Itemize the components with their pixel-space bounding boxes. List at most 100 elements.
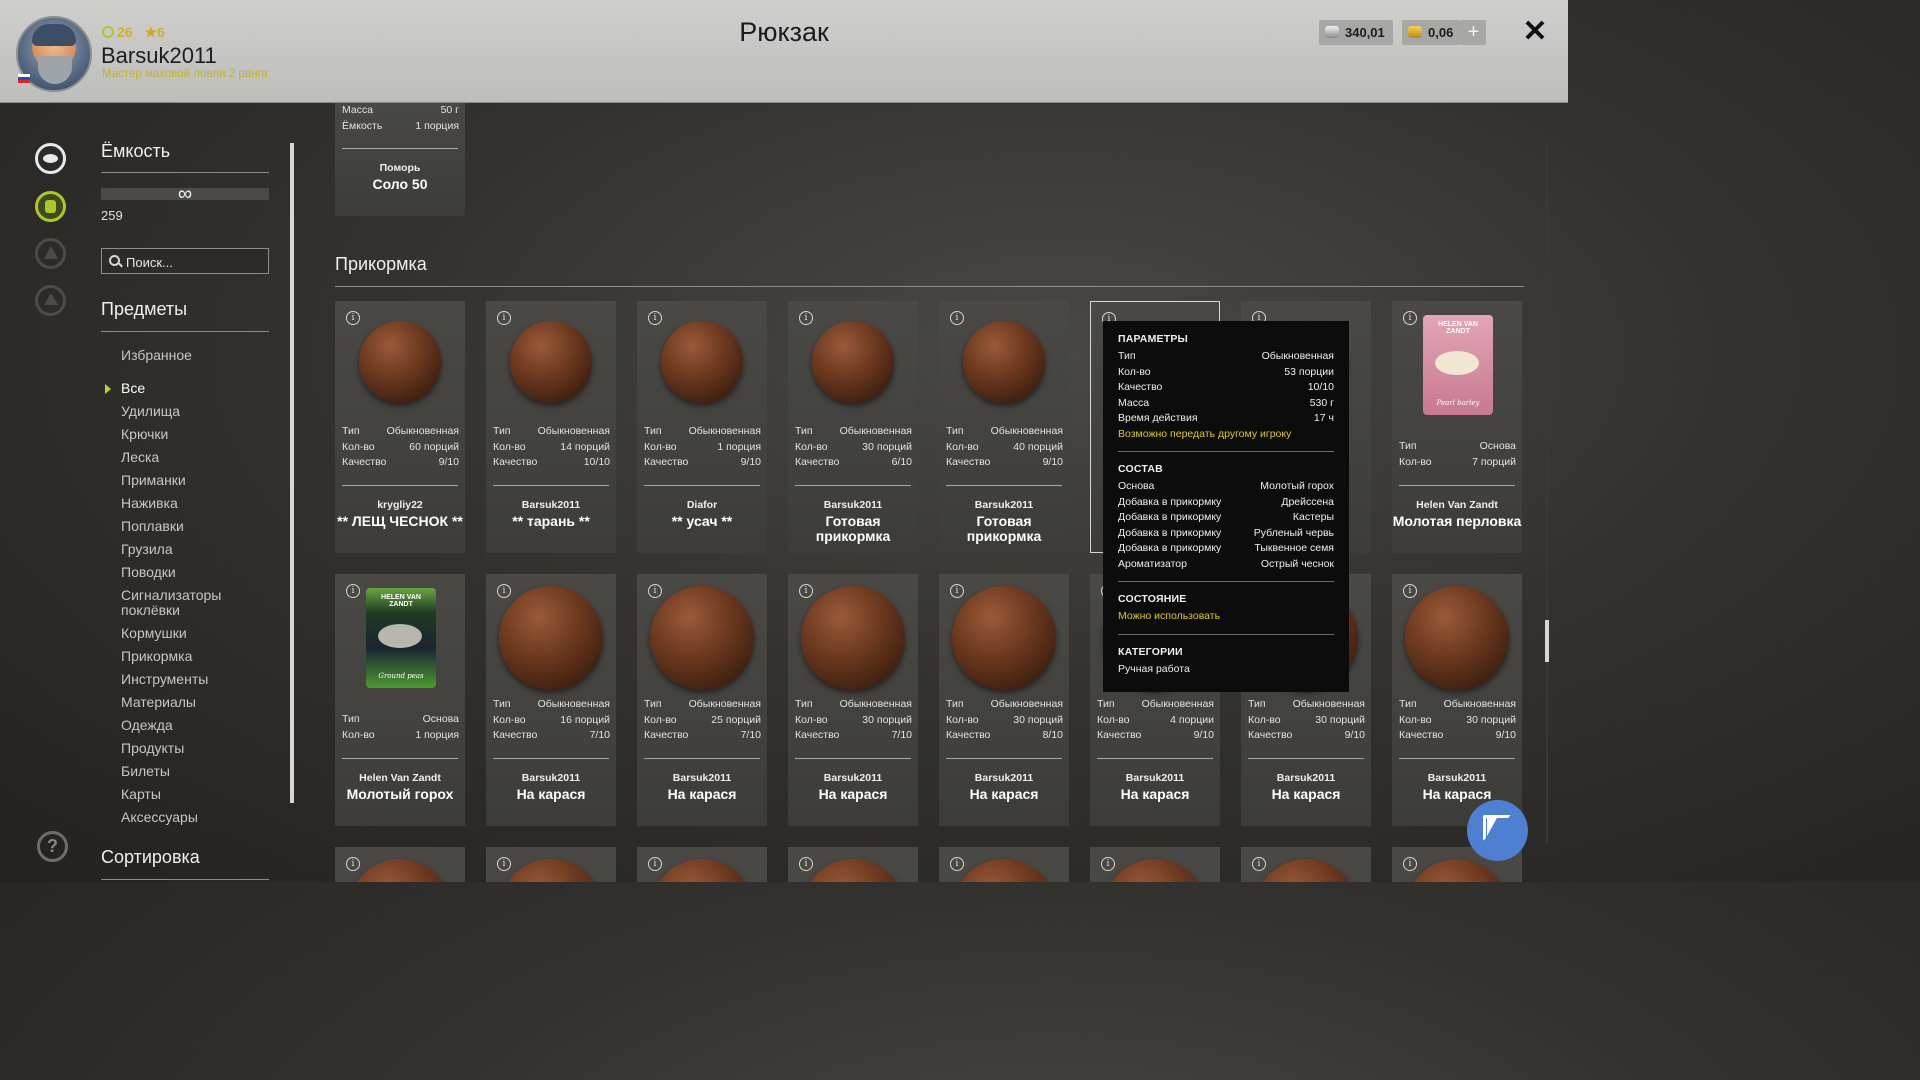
info-icon[interactable]: i (497, 584, 511, 598)
info-icon[interactable]: i (648, 857, 662, 871)
search-box[interactable] (101, 248, 269, 274)
item-card[interactable]: i (939, 847, 1069, 882)
category-maps[interactable]: Карты (101, 783, 281, 806)
category-clothing[interactable]: Одежда (101, 714, 281, 737)
prop-label: Качество (795, 729, 840, 741)
category-accessories[interactable]: Аксессуары (101, 806, 281, 829)
item-card[interactable]: i HELEN VAN ZANDT Pearl barley Тип Основа… (1392, 301, 1522, 553)
item-card[interactable]: i Тип Обыкновенная Кол-во 30 порций Качест… (788, 301, 918, 553)
search-input[interactable] (124, 252, 268, 272)
category-hooks[interactable]: Крючки (101, 423, 281, 446)
tooltip-label: Добавка в прикормку (1118, 511, 1222, 523)
tooltip-label: Тип (1118, 350, 1136, 362)
item-card[interactable]: Масса 50 г Ёмкость 1 порция Поморь Соло 50 (335, 103, 465, 216)
info-icon[interactable]: i (1252, 857, 1266, 871)
category-leaders[interactable]: Поводки (101, 561, 281, 584)
item-card[interactable]: i (335, 847, 465, 882)
info-icon[interactable]: i (648, 584, 662, 598)
item-name: Готовая прикормка (815, 513, 891, 544)
item-card[interactable]: i (486, 847, 616, 882)
item-card[interactable]: i Тип Обыкновенная Кол-во 60 порций Качест… (335, 301, 465, 553)
content-scrollbar[interactable] (1545, 620, 1549, 662)
item-card[interactable]: i Тип Обыкновенная Кол-во 40 порций Качест… (939, 301, 1069, 553)
item-author: Barsuk2011 (1427, 772, 1487, 784)
divider (101, 879, 269, 880)
item-card[interactable]: i (637, 847, 767, 882)
content-scroll-track[interactable] (1546, 143, 1548, 843)
item-card[interactable]: i HELEN VAN ZANDT Ground peas Тип Основа … (335, 574, 465, 826)
category-lures[interactable]: Приманки (101, 469, 281, 492)
close-button[interactable]: ✕ (1521, 17, 1549, 47)
item-card[interactable]: i Тип Обыкновенная Кол-во 14 порций Качест… (486, 301, 616, 553)
item-card[interactable]: i Тип Обыкновенная Кол-во 30 порций Качест… (788, 574, 918, 826)
item-card[interactable]: i Тип Обыкновенная Кол-во 25 порций Качест… (637, 574, 767, 826)
divider (493, 758, 609, 759)
info-icon[interactable]: i (1403, 311, 1417, 325)
info-icon[interactable]: i (346, 584, 360, 598)
groundbait-ball-image (499, 586, 603, 690)
home-icon[interactable] (35, 285, 66, 316)
info-icon[interactable]: i (799, 311, 813, 325)
add-currency-button[interactable]: + (1461, 20, 1486, 45)
divider (101, 172, 269, 173)
russia-flag-icon (18, 74, 30, 83)
prop-label: Тип (795, 698, 813, 710)
prop-value: 6/10 (891, 456, 912, 468)
category-tickets[interactable]: Билеты (101, 760, 281, 783)
info-icon[interactable]: i (648, 311, 662, 325)
tent-icon[interactable] (35, 238, 66, 269)
info-icon[interactable]: i (346, 857, 360, 871)
item-card[interactable]: i Тип Обыкновенная Кол-во 30 порций Качест… (1392, 574, 1522, 826)
cursor-mode-button[interactable] (1467, 800, 1528, 861)
info-icon[interactable]: i (1101, 857, 1115, 871)
prop-value: 30 порций (862, 713, 912, 726)
prop-label: Тип (342, 713, 360, 725)
info-icon[interactable]: i (497, 857, 511, 871)
help-button[interactable]: ? (37, 831, 68, 862)
category-groundbait[interactable]: Прикормка (101, 645, 281, 668)
item-card[interactable]: i (1241, 847, 1371, 882)
info-icon[interactable]: i (950, 311, 964, 325)
info-icon[interactable]: i (950, 857, 964, 871)
info-icon[interactable]: i (799, 584, 813, 598)
item-card[interactable]: i (788, 847, 918, 882)
package-name: Ground peas (378, 672, 424, 680)
backpack-icon[interactable] (35, 191, 66, 222)
prop-value: 30 порций (1466, 713, 1516, 726)
item-card[interactable]: i Тип Обыкновенная Кол-во 1 порция Качеств… (637, 301, 767, 553)
category-bait[interactable]: Наживка (101, 492, 281, 515)
category-favorites[interactable]: Избранное (101, 344, 281, 367)
item-card[interactable]: i Тип Обыкновенная Кол-во 30 порций Качест… (939, 574, 1069, 826)
prop-label: Качество (1399, 729, 1444, 741)
fish-icon[interactable] (35, 143, 66, 174)
item-card[interactable]: i (1090, 847, 1220, 882)
info-icon[interactable]: i (799, 857, 813, 871)
category-food[interactable]: Продукты (101, 737, 281, 760)
category-bite-alarms[interactable]: Сигнализаторы поклёвки (101, 584, 281, 622)
prop-label: Качество (795, 456, 840, 468)
info-icon[interactable]: i (950, 584, 964, 598)
sidebar-scrollbar[interactable] (290, 143, 294, 803)
item-name: Молотый горох (346, 786, 454, 802)
sorting-title[interactable]: Сортировка (101, 847, 200, 868)
prop-label: Кол-во (1097, 713, 1130, 726)
category-line[interactable]: Леска (101, 446, 281, 469)
prop-value: Обыкновенная (990, 698, 1063, 710)
item-card[interactable]: i Тип Обыкновенная Кол-во 16 порций Качест… (486, 574, 616, 826)
category-floats[interactable]: Поплавки (101, 515, 281, 538)
category-all[interactable]: Все (101, 377, 281, 400)
info-icon[interactable]: i (1403, 857, 1417, 871)
category-materials[interactable]: Материалы (101, 691, 281, 714)
info-icon[interactable]: i (346, 311, 360, 325)
category-feeders[interactable]: Кормушки (101, 622, 281, 645)
groundbait-ball-image (812, 321, 894, 403)
tooltip-category: Ручная работа (1118, 662, 1190, 675)
info-icon[interactable]: i (497, 311, 511, 325)
tooltip-label: Добавка в прикормку (1118, 526, 1222, 539)
prop-label: Кол-во (644, 713, 677, 726)
divider (795, 758, 911, 759)
category-rods[interactable]: Удилища (101, 400, 281, 423)
info-icon[interactable]: i (1403, 584, 1417, 598)
category-tools[interactable]: Инструменты (101, 668, 281, 691)
category-sinkers[interactable]: Грузила (101, 538, 281, 561)
